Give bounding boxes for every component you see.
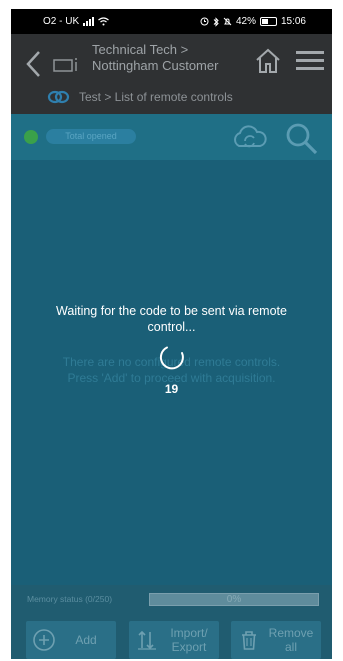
countdown-timer: 19 [164, 382, 179, 396]
import-export-line-2: Export [171, 640, 207, 654]
import-export-button[interactable]: Import/ Export [129, 621, 219, 659]
title-line-1: Technical Tech > [92, 42, 189, 57]
breadcrumb: Test > List of remote controls [47, 89, 233, 105]
search-icon[interactable] [285, 122, 319, 156]
import-export-line-1: Import/ [170, 626, 208, 640]
battery-icon [259, 17, 277, 26]
status-dot [24, 130, 38, 144]
remove-all-label: Remove all [261, 626, 321, 654]
import-export-label: Import/ Export [159, 626, 219, 654]
bluetooth-icon [213, 16, 219, 27]
memory-progress-bar: 0% [149, 593, 319, 606]
waiting-line-1: Waiting for the code to be sent via remo… [56, 304, 287, 318]
remove-all-button[interactable]: Remove all [231, 621, 321, 659]
device-icon [53, 58, 77, 72]
clock: 15:06 [280, 16, 306, 27]
battery-percent: 42% [235, 16, 256, 27]
back-icon[interactable] [24, 49, 44, 79]
toolbar: Total opened [11, 114, 332, 160]
home-icon[interactable] [255, 47, 281, 75]
alarm-icon [200, 17, 209, 26]
remove-all-line-2: all [284, 640, 297, 654]
status-bar: O2 - UK 42% 15:06 [11, 9, 332, 34]
phone-screen: O2 - UK 42% 15:06 Technical Tech > Notti… [11, 9, 332, 659]
page-title: Technical Tech > Nottingham Customer [92, 42, 242, 74]
add-button[interactable]: Add [26, 621, 116, 659]
mute-icon [223, 17, 232, 26]
link-icon [47, 90, 70, 104]
trash-icon [242, 631, 256, 650]
add-button-label: Add [75, 633, 97, 647]
memory-percent: 0% [226, 594, 242, 605]
menu-icon[interactable] [296, 50, 324, 72]
wifi-icon [98, 17, 109, 26]
add-icon [33, 629, 55, 651]
waiting-dialog-message: Waiting for the code to be sent via remo… [41, 303, 302, 335]
waiting-line-2: control... [147, 320, 196, 334]
spinner-icon [159, 346, 184, 370]
import-export-icon [138, 630, 156, 650]
total-opened-filter[interactable]: Total opened [46, 129, 136, 144]
memory-status-label: Memory status (0/250) [27, 594, 113, 604]
remove-all-line-1: Remove [268, 626, 314, 640]
title-line-2: Nottingham Customer [92, 58, 219, 73]
cloud-sync-icon[interactable] [229, 124, 269, 152]
signal-icon [83, 17, 95, 26]
footer: Memory status (0/250) 0% Add Import/ Exp… [11, 585, 332, 659]
carrier-label: O2 - UK [43, 16, 80, 27]
breadcrumb-text: Test > List of remote controls [79, 90, 233, 104]
app-header: Technical Tech > Nottingham Customer Tes… [11, 34, 332, 114]
remote-controls-list: There are no configured remote controls.… [11, 160, 332, 585]
